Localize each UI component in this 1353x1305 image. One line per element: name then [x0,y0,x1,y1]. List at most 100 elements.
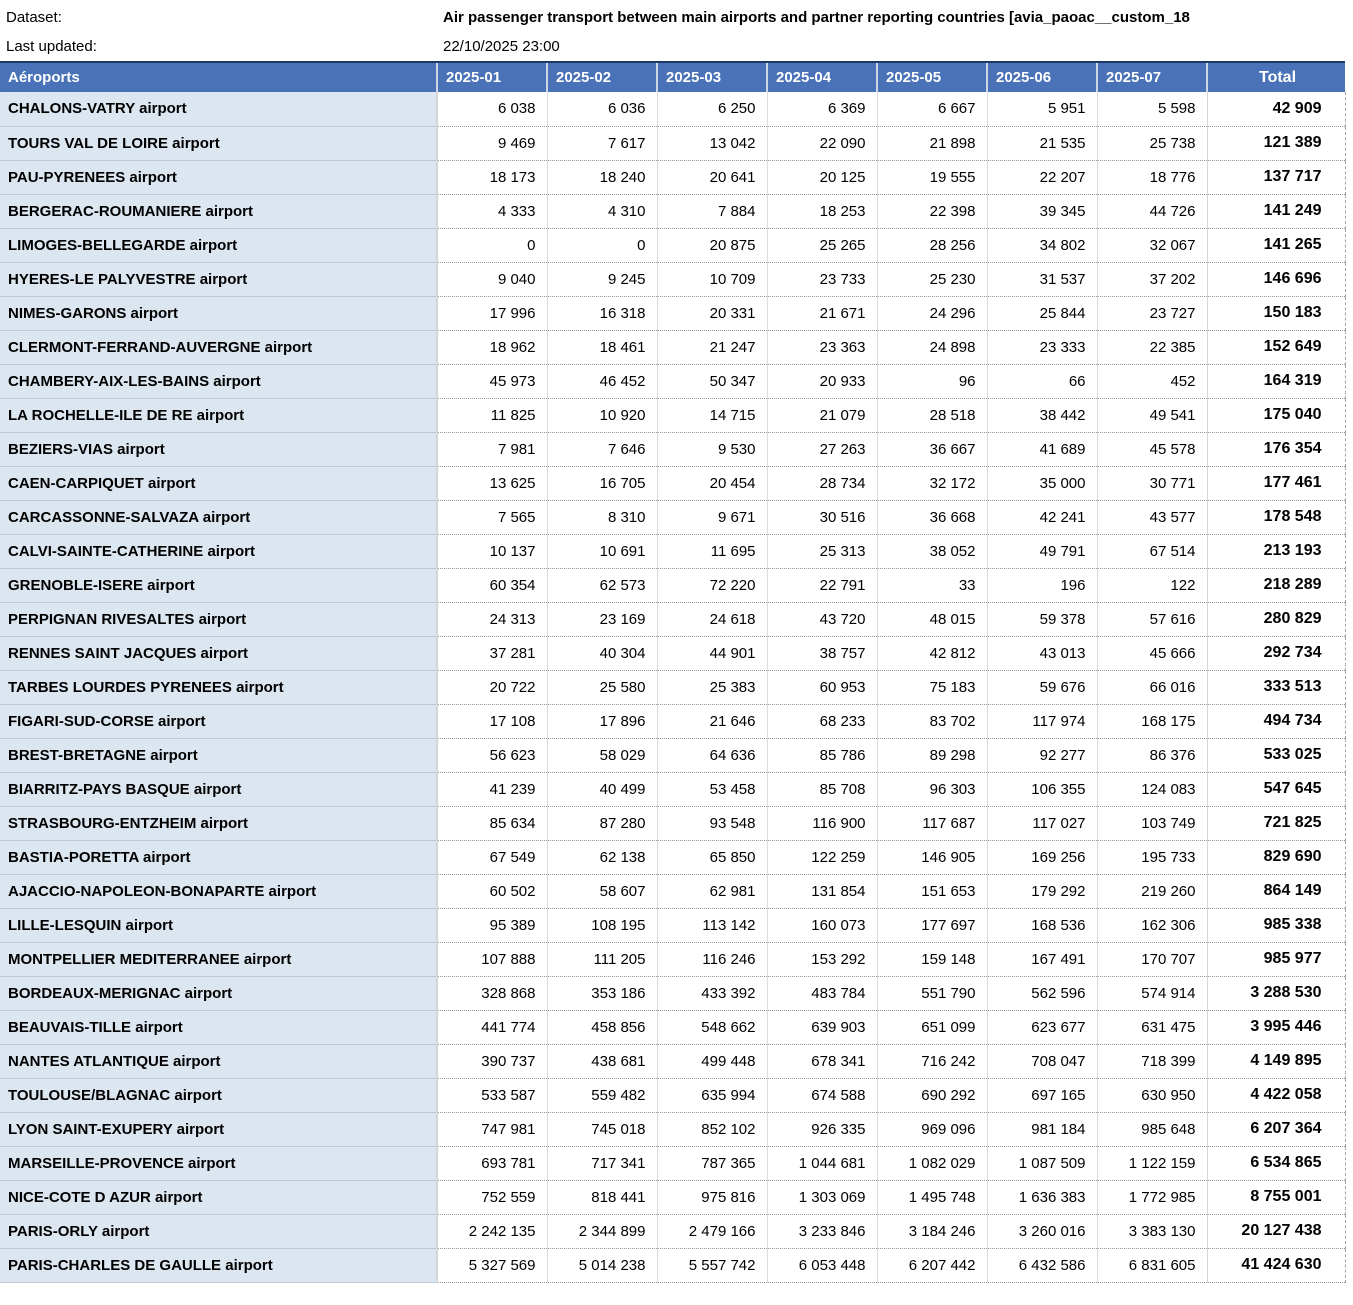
last-updated-label: Last updated: [6,38,97,55]
month-value-cell: 1 303 069 [766,1180,877,1215]
total-value-cell: 4 422 058 [1206,1078,1346,1113]
month-value-cell: 85 634 [436,806,547,841]
month-value-cell: 0 [546,228,657,263]
month-value-cell: 38 757 [766,636,877,671]
total-value-cell: 152 649 [1206,330,1346,365]
month-value-cell: 11 825 [436,398,547,433]
month-value-cell: 117 687 [876,806,987,841]
total-value-cell: 177 461 [1206,466,1346,501]
table-row: BREST-BRETAGNE airport 56 623 58 029 64 636… [0,738,1346,773]
month-value-cell: 33 [876,568,987,603]
airport-name-cell: CHAMBERY-AIX-LES-BAINS airport [0,364,437,399]
month-value-cell: 18 240 [546,160,657,195]
month-value-cell: 83 702 [876,704,987,739]
month-value-cell: 167 491 [986,942,1097,977]
month-value-cell: 72 220 [656,568,767,603]
airport-name-cell: CARCASSONNE-SALVAZA airport [0,500,437,535]
month-value-cell: 50 347 [656,364,767,399]
month-value-cell: 21 535 [986,126,1097,161]
month-value-cell: 635 994 [656,1078,767,1113]
airport-name-cell: CAEN-CARPIQUET airport [0,466,437,501]
total-value-cell: 864 149 [1206,874,1346,909]
column-header-2025-01: 2025-01 [436,61,547,92]
month-value-cell: 20 454 [656,466,767,501]
month-value-cell: 4 333 [436,194,547,229]
month-value-cell: 1 772 985 [1096,1180,1207,1215]
month-value-cell: 1 087 509 [986,1146,1097,1181]
month-value-cell: 7 646 [546,432,657,467]
month-value-cell: 630 950 [1096,1078,1207,1113]
month-value-cell: 151 653 [876,874,987,909]
month-value-cell: 969 096 [876,1112,987,1147]
month-value-cell: 25 844 [986,296,1097,331]
month-value-cell: 25 265 [766,228,877,263]
total-value-cell: 137 717 [1206,160,1346,195]
month-value-cell: 17 996 [436,296,547,331]
month-value-cell: 4 310 [546,194,657,229]
month-value-cell: 651 099 [876,1010,987,1045]
month-value-cell: 39 345 [986,194,1097,229]
total-value-cell: 141 265 [1206,228,1346,263]
month-value-cell: 23 363 [766,330,877,365]
month-value-cell: 46 452 [546,364,657,399]
month-value-cell: 58 607 [546,874,657,909]
airport-name-cell: TOURS VAL DE LOIRE airport [0,126,437,161]
month-value-cell: 49 791 [986,534,1097,569]
month-value-cell: 441 774 [436,1010,547,1045]
month-value-cell: 716 242 [876,1044,987,1079]
table-row: GRENOBLE-ISERE airport 60 354 62 573 72 220… [0,568,1346,603]
month-value-cell: 16 318 [546,296,657,331]
table-row: BIARRITZ-PAYS BASQUE airport 41 239 40 499… [0,772,1346,807]
airport-name-cell: PARIS-CHARLES DE GAULLE airport [0,1248,437,1283]
total-value-cell: 3 995 446 [1206,1010,1346,1045]
month-value-cell: 25 313 [766,534,877,569]
month-value-cell: 3 233 846 [766,1214,877,1249]
column-header-airports: Aéroports [0,61,437,92]
month-value-cell: 433 392 [656,976,767,1011]
month-value-cell: 62 573 [546,568,657,603]
total-value-cell: 121 389 [1206,126,1346,161]
month-value-cell: 62 981 [656,874,767,909]
total-value-cell: 3 288 530 [1206,976,1346,1011]
month-value-cell: 6 038 [436,92,547,127]
month-value-cell: 35 000 [986,466,1097,501]
month-value-cell: 160 073 [766,908,877,943]
airport-name-cell: RENNES SAINT JACQUES airport [0,636,437,671]
total-value-cell: 280 829 [1206,602,1346,637]
month-value-cell: 7 981 [436,432,547,467]
month-value-cell: 1 636 383 [986,1180,1097,1215]
month-value-cell: 195 733 [1096,840,1207,875]
month-value-cell: 708 047 [986,1044,1097,1079]
month-value-cell: 562 596 [986,976,1097,1011]
table-row: CAEN-CARPIQUET airport 13 625 16 705 20 454… [0,466,1346,501]
month-value-cell: 87 280 [546,806,657,841]
month-value-cell: 985 648 [1096,1112,1207,1147]
month-value-cell: 1 122 159 [1096,1146,1207,1181]
total-value-cell: 146 696 [1206,262,1346,297]
airport-name-cell: GRENOBLE-ISERE airport [0,568,437,603]
month-value-cell: 1 044 681 [766,1146,877,1181]
airport-name-cell: BIARRITZ-PAYS BASQUE airport [0,772,437,807]
month-value-cell: 5 951 [986,92,1097,127]
month-value-cell: 75 183 [876,670,987,705]
last-updated-value: 22/10/2025 23:00 [443,38,560,55]
total-value-cell: 175 040 [1206,398,1346,433]
month-value-cell: 328 868 [436,976,547,1011]
month-value-cell: 745 018 [546,1112,657,1147]
table-row: TOURS VAL DE LOIRE airport 9 469 7 617 13 0… [0,126,1346,161]
month-value-cell: 131 854 [766,874,877,909]
month-value-cell: 113 142 [656,908,767,943]
month-value-cell: 19 555 [876,160,987,195]
month-value-cell: 43 720 [766,602,877,637]
total-value-cell: 333 513 [1206,670,1346,705]
month-value-cell: 41 239 [436,772,547,807]
month-value-cell: 690 292 [876,1078,987,1113]
month-value-cell: 30 516 [766,500,877,535]
last-updated-row: Last updated: 22/10/2025 23:00 [0,32,1353,61]
month-value-cell: 37 202 [1096,262,1207,297]
month-value-cell: 89 298 [876,738,987,773]
table-row: TOULOUSE/BLAGNAC airport 533 587 559 482 63… [0,1078,1346,1113]
month-value-cell: 17 108 [436,704,547,739]
month-value-cell: 24 313 [436,602,547,637]
month-value-cell: 24 898 [876,330,987,365]
